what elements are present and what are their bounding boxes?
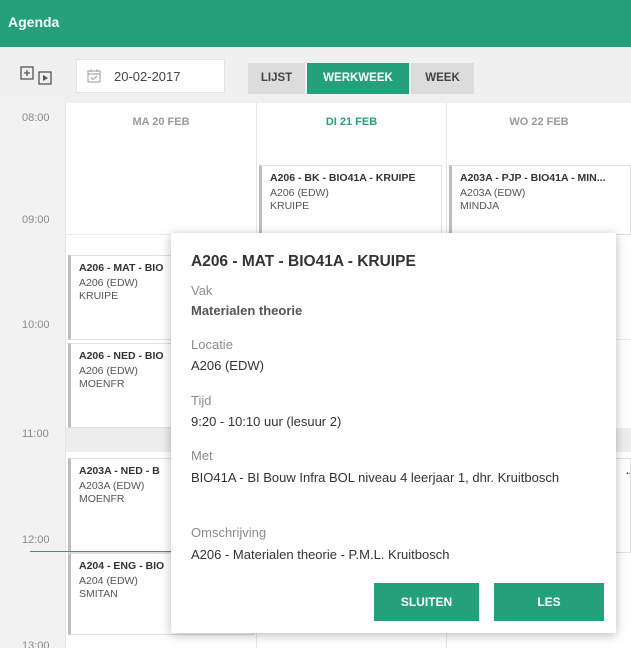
calendar-icon xyxy=(87,69,101,83)
time-label: 10:00 xyxy=(22,319,50,331)
event-location: A203A (EDW) xyxy=(460,187,526,199)
time-label: 13:00 xyxy=(22,640,50,648)
app-header: Agenda xyxy=(0,0,631,47)
omschrijving-value: A206 - Materialen theorie - P.M.L. Kruit… xyxy=(191,547,450,562)
met-label: Met xyxy=(191,448,213,463)
day-header-tue: DI 21 FEB xyxy=(325,116,378,128)
vak-value: Materialen theorie xyxy=(191,303,303,318)
tijd-value: 9:20 - 10:10 uur (lesuur 2) xyxy=(191,414,342,429)
time-label: 09:00 xyxy=(22,214,50,226)
les-button[interactable]: LES xyxy=(494,583,604,621)
omschrijving-label: Omschrijving xyxy=(191,525,267,540)
event-teacher: KRUIPE xyxy=(270,200,310,212)
view-werkweek-button[interactable]: WERKWEEK xyxy=(307,63,409,94)
time-label: 12:00 xyxy=(22,534,50,546)
locatie-label: Locatie xyxy=(191,337,233,352)
event-location: A206 (EDW) xyxy=(270,187,329,199)
event-title: A206 - BK - BIO41A - KRUIPE xyxy=(270,172,416,184)
close-button[interactable]: SLUITEN xyxy=(374,583,479,621)
tijd-label: Tijd xyxy=(191,393,212,408)
event-card-tue-1[interactable]: A206 - BK - BIO41A - KRUIPE A206 (EDW) K… xyxy=(259,165,442,235)
date-value: 20-02-2017 xyxy=(114,69,181,84)
locatie-value: A206 (EDW) xyxy=(191,358,264,373)
popup-title: A206 - MAT - BIO41A - KRUIPE xyxy=(191,253,416,270)
event-title: A203A - PJP - BIO41A - MIN... xyxy=(460,172,606,184)
expand-collapse-icon[interactable] xyxy=(20,66,54,86)
event-card-wed-1[interactable]: A203A - PJP - BIO41A - MIN... A203A (EDW… xyxy=(449,165,631,235)
vak-label: Vak xyxy=(191,283,213,298)
event-detail-popup: A206 - MAT - BIO41A - KRUIPE Vak Materia… xyxy=(171,233,616,633)
view-lijst-button[interactable]: LIJST xyxy=(248,63,305,94)
day-header-mon: MA 20 FEB xyxy=(132,116,190,128)
day-header-wed: WO 22 FEB xyxy=(509,116,569,128)
view-week-button[interactable]: WEEK xyxy=(411,63,474,94)
time-column: 08:00 09:00 10:00 11:00 12:00 13:00 xyxy=(0,103,66,648)
time-label: 08:00 xyxy=(22,112,50,124)
time-label: 11:00 xyxy=(22,428,49,440)
date-picker[interactable]: 20-02-2017 xyxy=(76,59,225,93)
met-value: BIO41A - BI Bouw Infra BOL niveau 4 leer… xyxy=(191,470,560,485)
event-teacher: MINDJA xyxy=(460,200,500,212)
app-title: Agenda xyxy=(8,14,60,30)
toolbar: 20-02-2017 LIJST WERKWEEK WEEK xyxy=(0,47,631,103)
